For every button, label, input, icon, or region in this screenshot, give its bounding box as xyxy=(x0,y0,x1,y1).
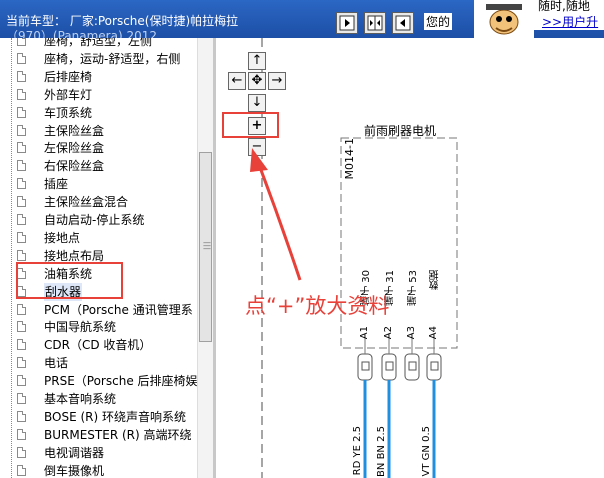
tree-item-label: 基本音响系统 xyxy=(44,392,117,406)
tree-item-label: 主保险丝盒 xyxy=(44,123,105,138)
single-view-icon xyxy=(339,15,355,31)
promo-text: 随时,随地 xyxy=(538,0,590,13)
wiper-item-highlight-box xyxy=(16,262,123,299)
tree-item-label: 接地点 xyxy=(44,230,81,245)
pin-label: A3 xyxy=(406,326,417,340)
document-icon xyxy=(17,38,26,46)
split-view-button[interactable] xyxy=(364,12,386,34)
pin-label: A4 xyxy=(428,326,439,340)
pan-down-button[interactable]: ↓ xyxy=(248,94,266,112)
tree-item-label: 主保险丝盒混合 xyxy=(44,195,129,210)
user-upgrade-link[interactable]: >>用户升 xyxy=(542,13,598,30)
scrollbar-thumb[interactable]: — — — xyxy=(199,152,212,342)
document-icon xyxy=(17,196,26,208)
pin-socket xyxy=(385,361,394,371)
tree-scrollbar[interactable]: — — — xyxy=(197,38,213,478)
document-icon xyxy=(17,357,26,369)
document-icon xyxy=(17,321,26,333)
document-icon xyxy=(17,178,26,190)
tree-item-label: 后排座椅 xyxy=(44,69,93,84)
document-icon xyxy=(17,214,26,225)
single-view-button[interactable] xyxy=(336,12,358,34)
top-header-bar: 当前车型： 厂家:Porsche(保时捷)帕拉梅拉 （970）(Panamera… xyxy=(0,0,604,38)
tree-item-label: 左保险丝盒 xyxy=(44,141,105,156)
tree-item-label: 倒车摄像机 xyxy=(44,463,105,478)
tree-item-label: 中国导航系统 xyxy=(44,320,117,335)
vehicle-subtitle: （970）(Panamera) 2012 xyxy=(6,29,157,38)
pin-label: A2 xyxy=(383,326,394,340)
tree-item-label: 插座 xyxy=(44,177,69,192)
pan-right-button[interactable]: → xyxy=(268,72,286,90)
document-icon xyxy=(17,231,26,243)
annotation-arrow-icon xyxy=(250,148,302,281)
split-view-icon xyxy=(367,15,383,31)
tree-item-label: 外部车灯 xyxy=(44,87,93,102)
tree-item-label: 电话 xyxy=(44,356,69,371)
tree-guide-line xyxy=(11,38,13,478)
pan-up-button[interactable]: ↑ xyxy=(248,52,266,70)
component-title: 前雨刷器电机 xyxy=(364,124,437,138)
tree-item-label: 车顶系统 xyxy=(44,105,93,120)
header-notice-text: 您的 xyxy=(424,13,453,30)
grip-icon: — — — xyxy=(203,238,211,253)
tree-item-label: 电视调谐器 xyxy=(44,445,105,460)
wire-label: VT GN 0.5 xyxy=(421,426,432,477)
document-icon xyxy=(17,303,26,315)
pin-label: A1 xyxy=(359,326,370,340)
document-icon xyxy=(17,428,26,440)
header-promo: 随时,随地 >>用户升 xyxy=(534,0,604,30)
tree-item-label: 右保险丝盒 xyxy=(44,159,105,174)
document-icon xyxy=(17,70,26,82)
document-icon xyxy=(17,375,26,387)
tree-item-label: BURMESTER (R) 高端环绕 xyxy=(44,427,192,442)
pin-socket xyxy=(408,361,417,371)
component-code: M014-1 xyxy=(343,138,356,180)
pan-left-button[interactable]: ← xyxy=(228,72,246,90)
document-icon xyxy=(17,88,26,100)
pan-center-button[interactable]: ✥ xyxy=(248,72,266,90)
pin-socket xyxy=(361,361,370,371)
tree-item-label: 座椅，舒适型，左侧 xyxy=(44,38,153,48)
document-icon xyxy=(17,410,26,422)
annotation-text: 点“+”放大资料 xyxy=(245,294,390,318)
document-icon xyxy=(17,52,26,64)
document-icon xyxy=(17,124,26,136)
document-icon xyxy=(17,160,26,172)
pin-socket xyxy=(430,361,439,371)
terminal-label: 端子 53 xyxy=(408,270,419,306)
tree-item-label: CDR（CD 收音机） xyxy=(44,338,152,353)
next-view-button[interactable] xyxy=(392,12,414,34)
tree-item-label: 自动启动-停止系统 xyxy=(44,213,145,227)
document-icon xyxy=(17,339,26,351)
tree-item-label: BOSE (R) 环绕声音响系统 xyxy=(44,409,186,424)
tree-item-label: 座椅，运动-舒适型，右侧 xyxy=(44,51,181,66)
tree-item-label: PCM（Porsche 通讯管理系 xyxy=(44,302,193,317)
system-tree-panel: 座椅，舒适型，左侧座椅，运动-舒适型，右侧 后排座椅外部车灯车顶系统主保险丝盒左保… xyxy=(0,38,197,478)
document-icon xyxy=(17,393,26,404)
document-icon xyxy=(17,464,26,476)
next-view-icon xyxy=(395,15,411,31)
wire-label: BN BN 2.5 xyxy=(376,426,387,477)
document-icon xyxy=(17,142,26,154)
tree-item-label: PRSE（Porsche 后排座椅娱 xyxy=(44,374,197,389)
document-icon xyxy=(17,446,26,458)
zoom-in-highlight-box xyxy=(222,112,279,138)
document-icon xyxy=(17,249,26,261)
document-icon xyxy=(17,106,26,118)
wire-label: RD YE 2.5 xyxy=(352,426,363,476)
mascot-icon xyxy=(474,0,534,38)
terminal-label: 数据 xyxy=(430,270,441,290)
